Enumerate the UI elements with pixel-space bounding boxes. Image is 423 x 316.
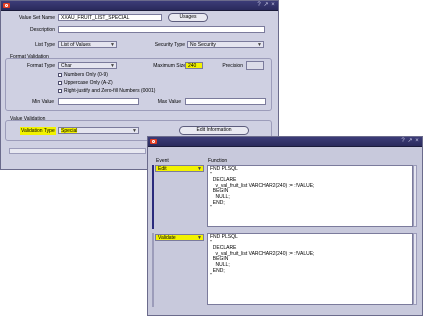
precision-field[interactable] — [246, 61, 264, 70]
security-type-value: No Security — [190, 42, 216, 48]
validation-type-select[interactable]: Special ▼ — [58, 127, 139, 134]
window-titlebar[interactable]: ? ↗ × — [1, 1, 278, 11]
min-value-field[interactable] — [58, 98, 139, 105]
security-type-select[interactable]: No Security ▼ — [187, 41, 264, 48]
validation-type-label: Validation Type — [20, 127, 56, 135]
event-select-1[interactable]: Edit ▼ — [155, 165, 204, 172]
function-textarea-1[interactable]: FND PLSQL " DECLARE v_val_fruit_list VAR… — [207, 165, 413, 227]
list-type-select[interactable]: List of Values ▼ — [58, 41, 117, 48]
window-titlebar[interactable]: ? ↗ × — [148, 137, 422, 147]
usages-button[interactable]: Usages — [168, 13, 208, 22]
minimize-icon[interactable]: ↗ — [407, 138, 413, 144]
oracle-logo-icon — [3, 3, 10, 8]
right-justify-checkbox[interactable] — [58, 89, 62, 93]
oracle-logo-icon — [150, 139, 157, 144]
event-column-header: Event — [156, 158, 169, 164]
numbers-only-checkbox[interactable] — [58, 73, 62, 77]
close-icon[interactable]: × — [270, 2, 276, 8]
list-type-label: List Type — [35, 42, 55, 48]
scroll-strip[interactable] — [9, 148, 146, 154]
format-type-select[interactable]: Char ▼ — [58, 62, 117, 69]
format-type-label: Format Type — [27, 63, 55, 69]
max-value-label: Max Value — [157, 99, 181, 105]
close-icon[interactable]: × — [414, 138, 420, 144]
description-label: Description — [29, 27, 55, 33]
scrollbar-2[interactable] — [413, 233, 417, 305]
list-type-value: List of Values — [61, 42, 91, 48]
chevron-down-icon: ▼ — [132, 128, 137, 134]
precision-label: Precision — [222, 63, 243, 69]
special-validation-window: ? ↗ × Event Function Edit ▼ FND PLSQL " … — [147, 136, 423, 316]
right-justify-label: Right-justify and Zero-fill Numbers (000… — [64, 88, 156, 94]
validation-type-value: Special — [61, 128, 78, 134]
uppercase-only-checkbox[interactable] — [58, 81, 62, 85]
maximum-size-field[interactable]: 240 — [185, 62, 203, 69]
edit-information-button[interactable]: Edit Information — [179, 126, 249, 135]
question-icon[interactable]: ? — [400, 138, 406, 144]
chevron-down-icon: ▼ — [110, 63, 115, 69]
chevron-down-icon: ▼ — [257, 42, 262, 48]
chevron-down-icon: ▼ — [197, 235, 202, 241]
max-value-field[interactable] — [185, 98, 266, 105]
row-indicator-2 — [152, 233, 154, 307]
function-textarea-2[interactable]: FND PLSQL " DECLARE v_val_fruit_list VAR… — [207, 233, 413, 305]
maximum-size-label: Maximum Size — [153, 63, 186, 69]
event-select-2[interactable]: Validate ▼ — [155, 234, 204, 241]
min-value-label: Min Value — [32, 99, 54, 105]
chevron-down-icon: ▼ — [197, 166, 202, 172]
description-field[interactable] — [58, 26, 265, 33]
function-column-header: Function — [208, 158, 228, 164]
security-type-label: Security Type — [154, 42, 185, 48]
value-set-name-label: Value Set Name — [18, 15, 55, 21]
question-icon[interactable]: ? — [256, 2, 262, 8]
numbers-only-label: Numbers Only (0-9) — [64, 72, 108, 78]
event-value-2: Validate — [158, 235, 176, 241]
scrollbar-1[interactable] — [413, 165, 417, 227]
row-indicator-1 — [152, 165, 154, 229]
event-value-1: Edit — [158, 166, 167, 172]
uppercase-only-label: Uppercase Only (A-Z) — [64, 80, 113, 86]
minimize-icon[interactable]: ↗ — [263, 2, 269, 8]
format-type-value: Char — [61, 63, 72, 69]
chevron-down-icon: ▼ — [110, 42, 115, 48]
value-set-name-field[interactable]: XXAU_FRUIT_LIST_SPECIAL — [58, 14, 162, 21]
